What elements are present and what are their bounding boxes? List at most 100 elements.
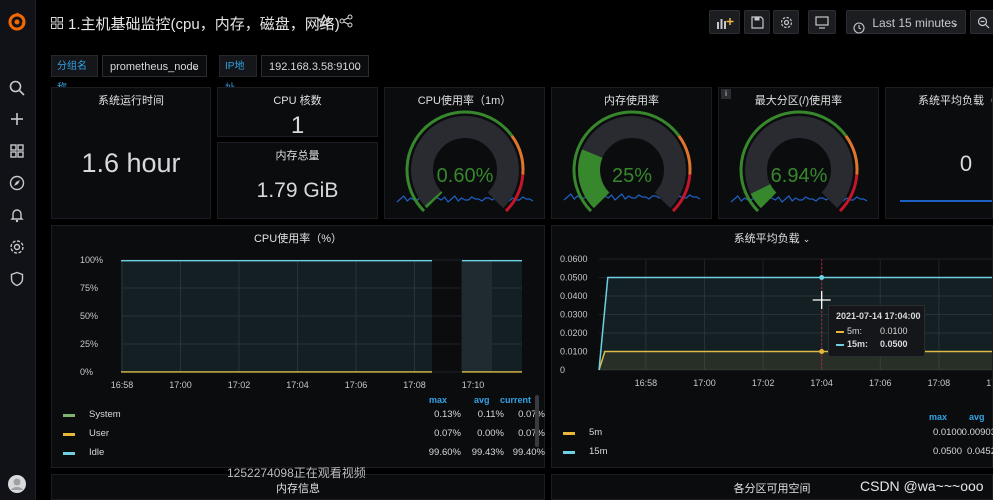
hover-point-15m [819,275,825,280]
tooltip-row: 5m: 0.0100 [836,326,921,338]
chevron-down-icon: ⌄ [802,234,811,244]
y-tick-label: 0% [80,367,93,377]
grafana-logo-icon[interactable] [7,12,27,32]
share-icon[interactable] [339,14,353,28]
cpu-usage-gauge-panel[interactable]: CPU使用率（1m） 0.60% [384,87,545,219]
search-icon[interactable] [7,79,27,99]
x-tick-label: 17:10 [986,378,993,388]
gauge-value-text: 25% [612,165,652,187]
memory-total-panel[interactable]: 内存总量 1.79 GiB [217,142,378,219]
uptime-value: 1.6 hour [81,148,181,178]
cpu-usage-gauge: 0.60% [396,110,534,213]
uptime-panel[interactable]: 系统运行时间 1.6 hour [51,87,211,219]
legend-row-user[interactable]: User 0.07% 0.00% 0.07% [61,425,545,443]
legend-avg: 0.00903 [961,427,993,438]
user-avatar[interactable] [7,474,27,494]
legend-series-name: 15m [589,446,608,457]
y-tick-label: 0 [560,365,565,375]
partition-usage-gauge-panel[interactable]: i 最大分区(/)使用率 6.94% [718,87,879,219]
legend-header-max: max [929,412,948,422]
dashboard-grid-icon [51,16,63,29]
legend-row-system[interactable]: System 0.13% 0.11% 0.07% [61,406,545,424]
y-tick-label: 0.0300 [560,310,588,320]
panel-title: 内存使用率 [604,95,659,107]
server-admin-shield-icon[interactable] [7,271,27,291]
zoom-out-button[interactable] [970,10,993,34]
x-tick-label: 17:08 [928,378,951,388]
legend-series-name: System [89,409,121,420]
cycle-view-mode-button[interactable] [808,10,836,34]
explore-compass-icon[interactable] [7,175,27,195]
legend-header-max: max [429,395,448,405]
panel-title: CPU 核数 [273,95,322,107]
cpu-usage-legend: System 0.13% 0.11% 0.07% User 0.07% 0.00% 0.07%… [51,406,545,466]
panel-title: CPU使用率（1m） [417,95,512,107]
panel-title: 系统运行时间 [98,95,164,107]
time-range-picker[interactable]: Last 15 minutes ⌄ [846,10,966,34]
variable-ip-value: 192.168.3.58:9100 [269,61,361,73]
panel-title: 内存总量 [275,150,320,162]
memory-usage-gauge-panel[interactable]: 内存使用率 25% [551,87,712,219]
legend-swatch [563,432,575,435]
tooltip-row: 15m: 0.0500 [836,339,921,351]
cpu-cores-panel[interactable]: CPU 核数 1 [217,87,378,137]
legend-header-avg: avg [474,395,490,405]
legend-row-idle[interactable]: Idle 99.60% 99.43% 99.40% [61,444,545,462]
gauge-value-arc [750,183,777,209]
gauge-value-arc [578,149,610,209]
alerting-bell-icon[interactable] [7,207,27,227]
y-tick-label: 25% [80,339,98,349]
dashboard-settings-button[interactable] [773,10,799,34]
clock-icon [853,18,865,34]
sidebar [0,0,36,500]
legend-header-current: current [500,395,532,405]
y-tick-label: 0.0100 [560,347,588,357]
variable-select-ip[interactable]: 192.168.3.58:9100 ⌄ [261,55,369,77]
legend-avg: 0.0452 [966,446,993,457]
cpu-cores-value: 1 [290,112,305,137]
legend-row-15m[interactable]: 15m0.05000.0452 [561,443,993,461]
graph-tooltip: 2021-07-14 17:04:00 5m: 0.0100 15m: 0.05… [828,305,925,357]
star-icon[interactable] [316,13,332,28]
configuration-gear-icon[interactable] [7,239,27,259]
memory-total-value: 1.79 GiB [256,179,339,202]
x-tick-label: 17:08 [403,380,426,390]
chevron-down-icon: ⌄ [951,18,959,28]
variable-select-group[interactable]: prometheus_node ⌄ [102,55,207,77]
cpu-usage-chart: 0% 25% 50% 75% 100% 16:58 17:00 17:02 17:04 17:06… [80,255,522,390]
x-tick-label: 17:00 [693,378,716,388]
dashboards-icon[interactable] [7,143,27,163]
add-panel-button[interactable] [709,10,740,34]
y-tick-label: 75% [80,283,98,293]
hover-point-5m [819,349,825,354]
variable-label-ip: IP地址 [219,55,257,94]
y-tick-label: 0.0200 [560,328,588,338]
load-average-baseline [900,200,992,202]
x-tick-label: 17:02 [752,378,775,388]
panel-title: 系统平均负载 ⌄ [552,230,992,246]
x-tick-label: 17:10 [462,380,485,390]
series-fill-idle [462,260,522,372]
series-fill-15m [599,277,992,370]
csdn-watermark: CSDN @wa~~~ooo [860,478,984,494]
tooltip-series-name: 15m: [847,339,869,349]
time-range-label: Last 15 minutes [872,16,958,30]
legend-series-name: User [89,428,110,439]
load-average-chart: 0 0.0100 0.0200 0.0300 0.0400 0.0500 0.0600 16:… [560,254,993,388]
gauge-value-text: 0.60% [437,165,494,187]
plus-icon[interactable] [7,111,27,131]
legend-scrollbar[interactable] [535,395,539,447]
load-average-stat-panel[interactable]: 系统平均负载（ 0 [885,87,993,219]
x-tick-label: 17:06 [869,378,892,388]
viewers-overlay-text: 1252274098正在观看视频 [227,466,366,480]
variable-group-value: prometheus_node [110,61,199,73]
legend-row-5m[interactable]: 5m 0.0100 0.00903 [561,424,993,442]
x-tick-label: 17:04 [286,380,309,390]
load-average-legend: 5m0.01000.0090315m0.05000.0452 [551,424,993,464]
load-average-value: 0 [959,151,973,176]
save-dashboard-button[interactable] [744,10,770,34]
chevron-down-icon: ⌄ [192,62,200,72]
legend-series-name: Idle [89,447,105,458]
gauge-value-text: 6.94% [771,165,828,187]
dashboard-title[interactable]: 1.主机基础监控(cpu，内存，磁盘，网络) [68,13,340,34]
